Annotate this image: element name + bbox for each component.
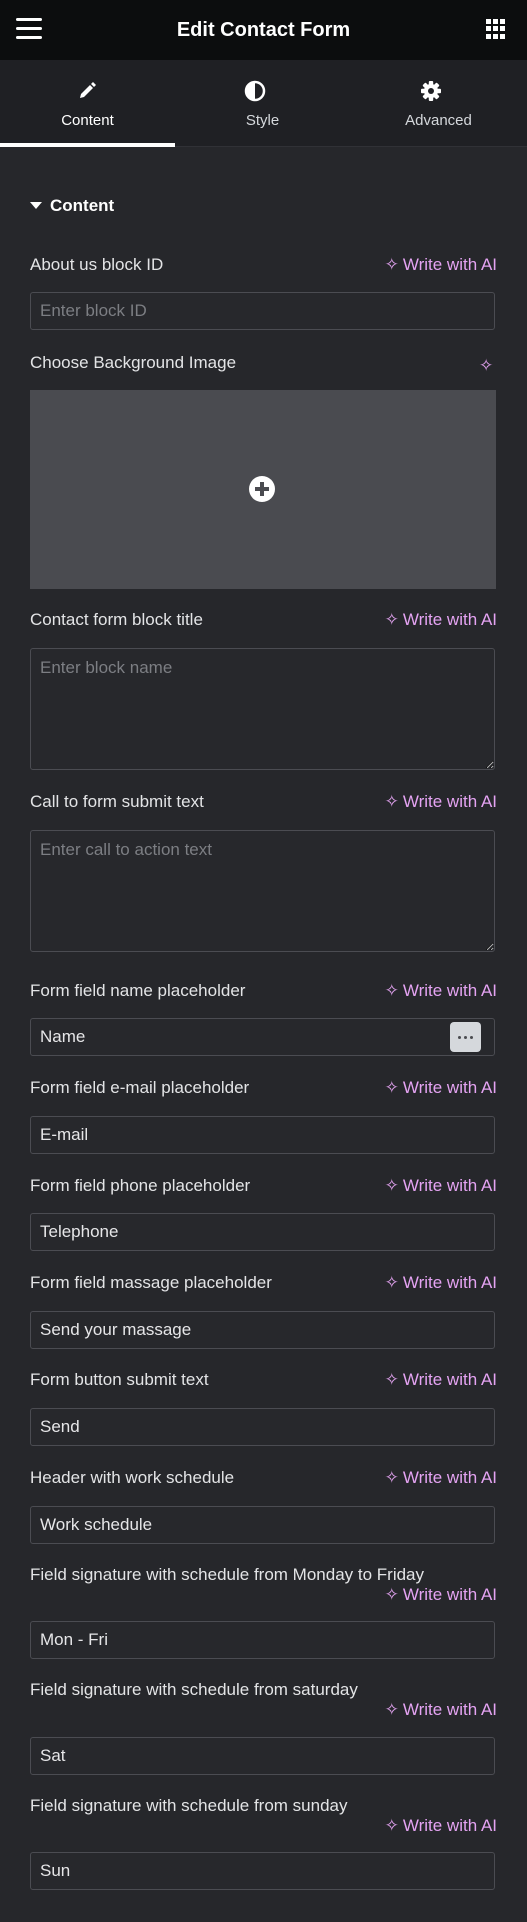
tab-content-label: Content [61,112,114,129]
field-label-massage-placeholder: Form field massage placeholder [30,1273,272,1292]
apps-grid-icon[interactable] [486,19,506,39]
tab-advanced[interactable]: Advanced [350,60,527,146]
block-id-input[interactable] [30,292,495,330]
ai-label: Write with AI [402,1585,497,1604]
ai-sparkle-icon: ✧ [384,1176,399,1195]
ai-label: Write with AI [402,610,497,629]
block-title-textarea[interactable] [30,648,495,770]
ai-sparkle-icon: ✧ [384,1585,399,1604]
ai-sparkle-icon: ✧ [384,1816,399,1835]
panel-tabs: Content Style Advanced [0,60,527,147]
tab-style[interactable]: Style [175,60,350,146]
ai-label: Write with AI [402,1816,497,1835]
panel-header: Edit Contact Form [0,0,527,60]
field-label-saturday: Field signature with schedule from satur… [30,1680,358,1699]
panel-title: Edit Contact Form [176,19,351,41]
write-with-ai-button[interactable]: ✧ Write with AI [385,1700,497,1720]
write-with-ai-button[interactable]: ✧ Write with AI [385,1273,497,1293]
name-placeholder-input[interactable] [30,1018,495,1056]
field-label-cta: Call to form submit text [30,792,204,811]
ai-sparkle-icon: ✧ [384,255,399,274]
write-with-ai-button[interactable]: ✧ Write with AI [385,1176,497,1196]
phone-placeholder-input[interactable] [30,1213,495,1251]
field-label-block-title: Contact form block title [30,610,203,629]
pencil-icon [80,82,96,98]
ai-label: Write with AI [402,1078,497,1097]
write-with-ai-button[interactable]: ✧ Write with AI [385,1816,497,1836]
sunday-input[interactable] [30,1852,495,1890]
ai-label: Write with AI [402,255,497,274]
write-with-ai-button[interactable]: ✧ Write with AI [385,981,497,1001]
tab-advanced-label: Advanced [405,112,472,129]
ai-sparkle-icon: ✧ [384,1078,399,1097]
background-image-picker[interactable] [30,390,496,589]
tab-style-label: Style [245,112,280,129]
ai-sparkle-icon: ✧ [384,1468,399,1487]
ai-label: Write with AI [402,1273,497,1292]
cta-textarea[interactable] [30,830,495,952]
field-label-sunday: Field signature with schedule from sunda… [30,1796,348,1815]
ai-label: Write with AI [402,1468,497,1487]
editor-panel: Edit Contact Form Content Style Advanced [0,0,527,1922]
ai-label: Write with AI [402,981,497,1000]
field-label-phone-placeholder: Form field phone placeholder [30,1176,251,1195]
add-image-icon [249,476,275,502]
ai-sparkle-icon: ✧ [384,1273,399,1292]
ai-sparkle-icon: ✧ [384,610,399,629]
section-title: Content [50,196,115,215]
section-toggle-content[interactable]: Content [30,196,114,216]
dynamic-tags-button[interactable] [450,1022,481,1052]
half-circle-icon [244,80,266,102]
ai-sparkle-icon: ✧ [384,1370,399,1389]
ai-sparkle-icon[interactable]: ✧ [479,356,493,376]
ai-sparkle-icon: ✧ [384,792,399,811]
mon-fri-input[interactable] [30,1621,495,1659]
field-label-schedule-header: Header with work schedule [30,1468,235,1487]
ai-label: Write with AI [402,792,497,811]
write-with-ai-button[interactable]: ✧ Write with AI [385,1585,497,1605]
write-with-ai-button[interactable]: ✧ Write with AI [385,792,497,812]
field-label-email-placeholder: Form field e-mail placeholder [30,1078,250,1097]
write-with-ai-button[interactable]: ✧ Write with AI [385,1468,497,1488]
write-with-ai-button[interactable]: ✧ Write with AI [385,255,497,275]
ai-label: Write with AI [402,1700,497,1719]
ai-sparkle-icon: ✧ [384,981,399,1000]
caret-down-icon [30,202,42,210]
write-with-ai-button[interactable]: ✧ Write with AI [385,1078,497,1098]
field-label-mon-fri: Field signature with schedule from Monda… [30,1565,425,1584]
schedule-header-input[interactable] [30,1506,495,1544]
gear-icon [421,81,441,101]
ai-sparkle-icon: ✧ [384,1700,399,1719]
ai-label: Write with AI [402,1370,497,1389]
field-label-block-id: About us block ID [30,255,164,274]
submit-text-input[interactable] [30,1408,495,1446]
email-placeholder-input[interactable] [30,1116,495,1154]
field-label-background-image: Choose Background Image [30,353,237,372]
tab-content[interactable]: Content [0,60,175,147]
write-with-ai-button[interactable]: ✧ Write with AI [385,1370,497,1390]
massage-placeholder-input[interactable] [30,1311,495,1349]
ai-label: Write with AI [402,1176,497,1195]
field-label-submit-text: Form button submit text [30,1370,209,1389]
write-with-ai-button[interactable]: ✧ Write with AI [385,610,497,630]
saturday-input[interactable] [30,1737,495,1775]
field-label-name-placeholder: Form field name placeholder [30,981,246,1000]
